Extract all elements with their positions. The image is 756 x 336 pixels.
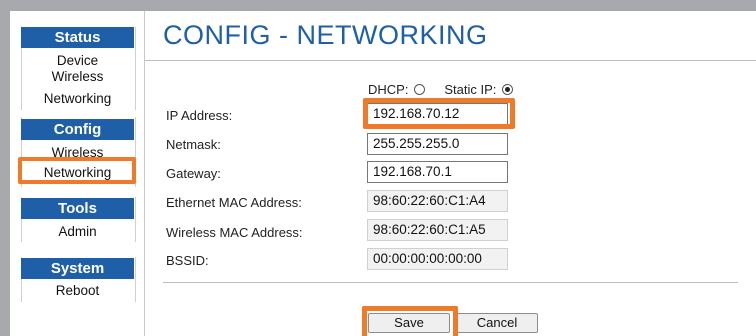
bssid-value: 00:00:00:00:00:00 (367, 248, 508, 270)
netmask-input[interactable]: 255.255.255.0 (367, 133, 508, 155)
cancel-button[interactable]: Cancel (456, 313, 538, 333)
sidebar-section-status: Status (21, 27, 134, 48)
gateway-label: Gateway: (166, 166, 221, 181)
ip-mode-selector: DHCP: Static IP: (368, 82, 513, 97)
gateway-input[interactable]: 192.168.70.1 (367, 161, 508, 183)
sidebar-section-system: System (21, 258, 134, 279)
sidebar-section-tools: Tools (21, 198, 134, 219)
wireless-mac-label: Wireless MAC Address: (166, 225, 303, 240)
sidebar-item-status-networking[interactable]: Networking (21, 91, 134, 107)
ip-address-highlight (363, 98, 515, 129)
wireless-mac-value: 98:60:22:60:C1:A5 (367, 219, 508, 241)
ethernet-mac-label: Ethernet MAC Address: (166, 195, 302, 210)
sidebar-item-admin[interactable]: Admin (21, 224, 134, 240)
active-nav-highlight (18, 157, 136, 184)
form-divider (163, 282, 738, 283)
dhcp-label: DHCP: (368, 82, 409, 97)
ethernet-mac-value: 98:60:22:60:C1:A4 (367, 190, 508, 212)
static-ip-label: Static IP: (444, 82, 497, 97)
sidebar-item-device[interactable]: Device (21, 53, 134, 69)
title-divider (145, 60, 756, 61)
sidebar-item-status-wireless[interactable]: Wireless (21, 69, 134, 85)
save-highlight (362, 306, 458, 336)
netmask-label: Netmask: (166, 137, 221, 152)
sidebar-item-reboot[interactable]: Reboot (21, 283, 134, 299)
static-ip-radio[interactable] (501, 84, 513, 96)
bssid-label: BSSID: (166, 253, 209, 268)
sidebar-item-config-wireless[interactable]: Wireless (21, 145, 134, 157)
dhcp-radio[interactable] (414, 84, 426, 96)
ip-address-label: IP Address: (166, 108, 233, 123)
sidebar-section-config: Config (21, 119, 134, 140)
page-title: CONFIG - NETWORKING (163, 20, 488, 50)
